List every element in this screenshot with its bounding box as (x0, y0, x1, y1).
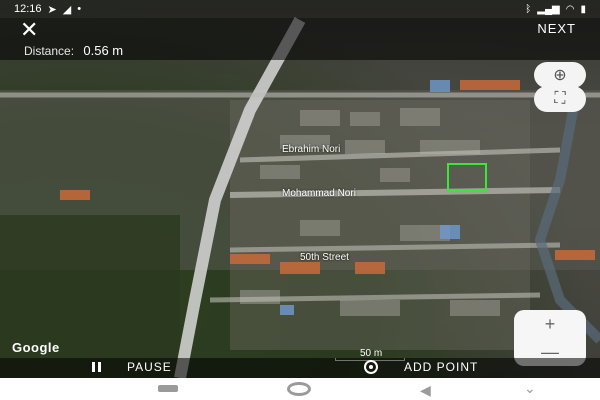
street-label-mohammad-nori: Mohammad Nori (282, 188, 356, 199)
street-label-ebrahim-nori: Ebrahim Nori (282, 144, 341, 155)
top-toolbar: ✕ NEXT Distance: 0.56 m (0, 18, 600, 60)
add-point-button[interactable]: ADD POINT (364, 360, 478, 374)
fullscreen-button[interactable]: ⛶ (534, 86, 586, 112)
signal-icon: ▂▄▆ (537, 3, 560, 15)
add-point-label: ADD POINT (404, 360, 479, 374)
status-bar: 12:16 ➤ ◢ • ᛒ ▂▄▆ ◠ ▮ (0, 0, 600, 18)
home-button[interactable] (287, 382, 311, 396)
fullscreen-icon: ⛶ (554, 90, 566, 107)
recents-button[interactable] (158, 385, 178, 392)
next-button[interactable]: NEXT (537, 21, 576, 36)
back-button[interactable]: ◀ (420, 382, 431, 399)
distance-readout: Distance: 0.56 m (24, 43, 123, 58)
distance-value: 0.56 m (83, 43, 124, 58)
google-watermark: Google (12, 340, 60, 355)
system-nav-bar: ◀ ⌄ (0, 378, 600, 400)
pause-button[interactable]: PAUSE (92, 360, 172, 374)
compass-button[interactable]: ⊕ (534, 62, 586, 88)
send-icon: ◢ (62, 3, 72, 16)
pause-label: PAUSE (127, 360, 172, 374)
close-icon: ✕ (20, 17, 39, 42)
target-icon (364, 360, 378, 374)
status-time: 12:16 (14, 3, 42, 15)
location-arrow-icon: ➤ (47, 3, 57, 16)
battery-icon: ▮ (580, 3, 586, 15)
chevron-down-icon: ⌄ (524, 380, 536, 396)
app-icon: • (77, 3, 82, 15)
compass-icon: ⊕ (553, 67, 567, 84)
close-button[interactable]: ✕ (20, 17, 50, 42)
zoom-in-button[interactable]: + (545, 314, 556, 335)
distance-label: Distance: (24, 44, 75, 58)
street-label-50th-street: 50th Street (300, 252, 349, 263)
wifi-icon: ◠ (565, 3, 575, 15)
bluetooth-icon: ᛒ (525, 3, 532, 15)
back-icon: ◀ (420, 382, 431, 398)
keyboard-hide-button[interactable]: ⌄ (524, 380, 536, 397)
pause-icon (92, 362, 101, 372)
bottom-action-bar: PAUSE ADD POINT (0, 358, 600, 378)
